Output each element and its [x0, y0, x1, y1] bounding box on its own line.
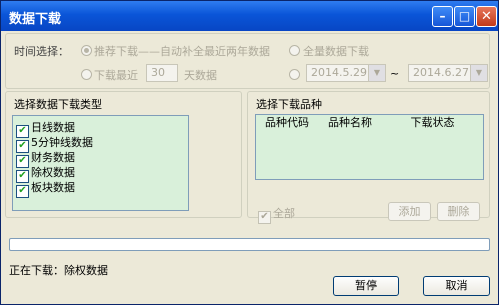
radio-recent[interactable]	[81, 69, 92, 80]
column-header-code[interactable]: 品种代码	[256, 115, 319, 131]
time-label: 时间选择：	[14, 45, 69, 58]
list-item[interactable]: ✔ 日线数据	[16, 119, 75, 138]
remove-button[interactable]: 删除	[437, 202, 480, 221]
date-separator: ~	[390, 67, 400, 80]
radio-recommended[interactable]	[81, 45, 92, 56]
variety-group: 选择下载品种 品种代码 品种名称 下载状态 ✔ 全部 添加 删除	[247, 91, 490, 224]
data-type-group: 选择数据下载类型 ✔ 日线数据 ✔ 5分钟线数据 ✔ 财务数据 ✔ 除权数据 ✔ 板块数据	[5, 91, 242, 218]
variety-table[interactable]: 品种代码 品种名称 下载状态	[255, 114, 484, 180]
recommended-label: 推荐下载——自动补全最近两年数据	[94, 45, 270, 58]
end-date-value: 2014.6.27	[413, 66, 469, 79]
radio-full[interactable]	[289, 45, 300, 56]
list-item[interactable]: ✔ 5分钟线数据	[16, 134, 93, 153]
close-icon[interactable]: ✕	[476, 6, 497, 27]
pause-button[interactable]: 暂停	[333, 276, 399, 296]
radio-date-range[interactable]	[289, 69, 300, 80]
checkbox-icon[interactable]: ✔	[16, 185, 29, 198]
title-bar[interactable]: 数据下载 – □ ✕	[1, 1, 498, 31]
list-item[interactable]: ✔ 除权数据	[16, 164, 75, 183]
dialog-body: 时间选择： 推荐下载——自动补全最近两年数据 全量数据下载 下载最近 30 天数…	[5, 31, 494, 299]
column-header-status[interactable]: 下载状态	[382, 115, 483, 131]
recent-days-input[interactable]: 30	[146, 64, 178, 82]
chevron-down-icon[interactable]: ▼	[470, 65, 487, 81]
variety-title: 选择下载品种	[256, 98, 322, 111]
column-header-name[interactable]: 品种名称	[318, 115, 383, 131]
maximize-icon[interactable]: □	[454, 6, 475, 27]
recent-prefix-label: 下载最近	[94, 69, 138, 82]
data-type-title: 选择数据下载类型	[14, 98, 102, 111]
minimize-icon[interactable]: –	[432, 6, 453, 27]
data-type-list: ✔ 日线数据 ✔ 5分钟线数据 ✔ 财务数据 ✔ 除权数据 ✔ 板块数据	[12, 115, 189, 211]
list-item[interactable]: ✔ 板块数据	[16, 179, 75, 198]
time-selection-group: 时间选择： 推荐下载——自动补全最近两年数据 全量数据下载 下载最近 30 天数…	[5, 33, 490, 89]
add-button[interactable]: 添加	[388, 202, 431, 221]
cancel-button[interactable]: 取消	[423, 276, 490, 296]
checkbox-icon[interactable]: ✔	[258, 211, 271, 224]
status-text: 正在下载：除权数据	[9, 264, 108, 277]
download-dialog: 数据下载 – □ ✕ 时间选择： 推荐下载——自动补全最近两年数据 全量数据下载…	[0, 0, 499, 305]
start-date-picker[interactable]: 2014.5.29 ▼	[306, 64, 386, 82]
list-item[interactable]: ✔ 财务数据	[16, 149, 75, 168]
full-label: 全量数据下载	[303, 45, 369, 58]
chevron-down-icon[interactable]: ▼	[368, 65, 385, 81]
end-date-picker[interactable]: 2014.6.27 ▼	[408, 64, 488, 82]
download-progress-bar	[9, 238, 490, 251]
start-date-value: 2014.5.29	[311, 66, 367, 79]
recent-suffix-label: 天数据	[184, 69, 217, 82]
window-title: 数据下载	[9, 12, 62, 27]
select-all-checkbox[interactable]: ✔ 全部	[258, 205, 295, 224]
